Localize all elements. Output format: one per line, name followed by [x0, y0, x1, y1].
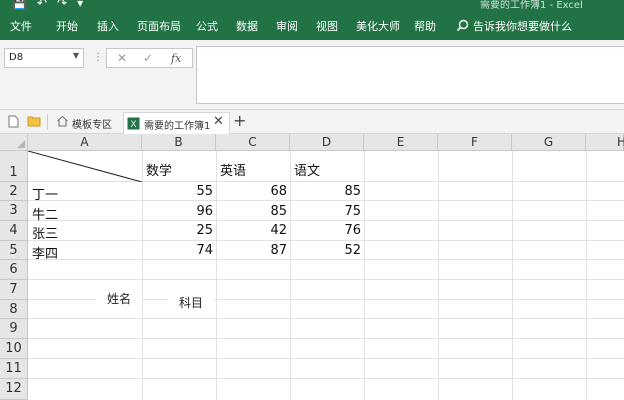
- tab-insert[interactable]: 插入: [97, 18, 119, 34]
- tab-review[interactable]: 审阅: [276, 18, 298, 34]
- save-icon[interactable]: 💾: [12, 0, 27, 10]
- textbox-name[interactable]: 姓名: [96, 290, 142, 310]
- tell-me-box[interactable]: 告诉我你想要做什么: [473, 18, 572, 34]
- header-cell-chinese[interactable]: 语文: [294, 160, 320, 179]
- tab-beautify[interactable]: 美化大师: [356, 18, 400, 34]
- more-options-icon[interactable]: ⋮: [93, 52, 103, 63]
- row-header-1[interactable]: 1: [0, 151, 28, 182]
- row-header-7[interactable]: 7: [0, 280, 28, 300]
- score-cell[interactable]: 75: [290, 204, 361, 219]
- tab-view[interactable]: 视图: [316, 18, 338, 34]
- grid-line: [512, 151, 513, 400]
- grid-line: [28, 220, 624, 221]
- tab-divider: [47, 114, 48, 130]
- score-cell[interactable]: 96: [142, 204, 213, 219]
- grid-line: [364, 151, 365, 400]
- score-cell[interactable]: 85: [216, 204, 287, 219]
- score-cell[interactable]: 68: [216, 184, 287, 199]
- column-header-b[interactable]: B: [142, 134, 216, 151]
- row-header-2[interactable]: 2: [0, 182, 28, 201]
- grid-line: [28, 279, 624, 280]
- row-header-3[interactable]: 3: [0, 201, 28, 221]
- column-header-d[interactable]: D: [290, 134, 364, 151]
- spreadsheet-grid[interactable]: A B C D E F G H 1 2 3 4 5 6 7 8 9 10 11 …: [0, 134, 624, 400]
- textbox-subject[interactable]: 科目: [168, 294, 214, 314]
- customize-qat-icon[interactable]: ▾: [77, 0, 83, 10]
- document-title: 需要的工作簿1 - Excel: [480, 0, 583, 11]
- close-icon[interactable]: ✕: [213, 114, 224, 129]
- row-header-6[interactable]: 6: [0, 260, 28, 280]
- tab-workbook1-label: 需要的工作簿1: [144, 121, 211, 132]
- tab-formulas[interactable]: 公式: [196, 18, 218, 34]
- workbook-tab-bar: 模板专区 X 需要的工作簿1: [0, 110, 624, 134]
- row-header-11[interactable]: 11: [0, 359, 28, 379]
- name-box[interactable]: D8 ▼: [4, 48, 84, 68]
- grid-line: [28, 378, 624, 379]
- name-cell[interactable]: 张三: [32, 223, 58, 242]
- score-cell[interactable]: 85: [290, 184, 361, 199]
- column-header-c[interactable]: C: [216, 134, 290, 151]
- tab-data[interactable]: 数据: [236, 18, 258, 34]
- name-cell[interactable]: 丁一: [32, 184, 58, 203]
- row-header-12[interactable]: 12: [0, 379, 28, 400]
- grid-line: [28, 358, 624, 359]
- tab-home[interactable]: 开始: [56, 18, 78, 34]
- score-cell[interactable]: 52: [290, 243, 361, 258]
- score-cell[interactable]: 55: [142, 184, 213, 199]
- formula-buttons: ✕ ✓ fx: [106, 48, 193, 68]
- row-header-5[interactable]: 5: [0, 241, 28, 260]
- diagonal-border: [28, 151, 142, 182]
- tab-page-layout[interactable]: 页面布局: [137, 18, 181, 34]
- excel-file-icon: X: [127, 117, 140, 130]
- score-cell[interactable]: 76: [290, 223, 361, 238]
- name-cell[interactable]: 牛二: [32, 204, 58, 223]
- score-cell[interactable]: 42: [216, 223, 287, 238]
- grid-line: [28, 338, 624, 339]
- column-header-e[interactable]: E: [364, 134, 438, 151]
- tab-file[interactable]: 文件: [10, 18, 32, 34]
- score-cell[interactable]: 87: [216, 243, 287, 258]
- score-cell[interactable]: 74: [142, 243, 213, 258]
- select-all-icon: [17, 140, 25, 148]
- tab-templates[interactable]: 模板专区: [68, 112, 116, 134]
- row-header-8[interactable]: 8: [0, 300, 28, 319]
- column-header-f[interactable]: F: [438, 134, 512, 151]
- tab-help[interactable]: 帮助: [414, 18, 436, 34]
- new-file-icon[interactable]: [8, 115, 19, 128]
- title-bar: 💾 ↶ ↷ ▾ 需要的工作簿1 - Excel: [0, 0, 624, 12]
- grid-line: [438, 151, 439, 400]
- folder-icon[interactable]: [27, 115, 41, 127]
- name-cell[interactable]: 李四: [32, 243, 58, 262]
- grid-line: [28, 200, 624, 201]
- select-all-corner[interactable]: [0, 134, 28, 151]
- formula-input[interactable]: [196, 46, 624, 104]
- name-box-value: D8: [9, 52, 24, 63]
- ribbon-tab-bar: 文件 开始 插入 页面布局 公式 数据 审阅 视图 美化大师 帮助 告诉我你想要…: [0, 12, 624, 40]
- enter-icon[interactable]: ✓: [143, 51, 153, 65]
- cancel-icon[interactable]: ✕: [117, 51, 127, 65]
- row-header-10[interactable]: 10: [0, 339, 28, 359]
- column-header-h[interactable]: H: [586, 134, 624, 151]
- grid-line: [28, 318, 624, 319]
- score-cell[interactable]: 25: [142, 223, 213, 238]
- excel-window: 💾 ↶ ↷ ▾ 需要的工作簿1 - Excel 文件 开始 插入 页面布局 公式…: [0, 0, 624, 400]
- row-header-9[interactable]: 9: [0, 319, 28, 339]
- svg-text:X: X: [130, 119, 136, 129]
- grid-line: [28, 259, 624, 260]
- column-header-g[interactable]: G: [512, 134, 586, 151]
- undo-icon[interactable]: ↶: [37, 0, 47, 10]
- redo-icon[interactable]: ↷: [57, 0, 67, 10]
- add-tab-icon[interactable]: +: [233, 111, 246, 130]
- header-cell-english[interactable]: 英语: [220, 160, 246, 179]
- chevron-down-icon[interactable]: ▼: [73, 51, 79, 60]
- row-header-4[interactable]: 4: [0, 221, 28, 241]
- header-cell-math[interactable]: 数学: [146, 160, 172, 179]
- column-header-a[interactable]: A: [28, 134, 142, 151]
- grid-line: [28, 240, 624, 241]
- quick-access-toolbar: 💾 ↶ ↷ ▾: [12, 0, 83, 10]
- insert-function-icon[interactable]: fx: [171, 52, 181, 65]
- grid-line: [586, 151, 587, 400]
- search-icon[interactable]: [456, 19, 469, 32]
